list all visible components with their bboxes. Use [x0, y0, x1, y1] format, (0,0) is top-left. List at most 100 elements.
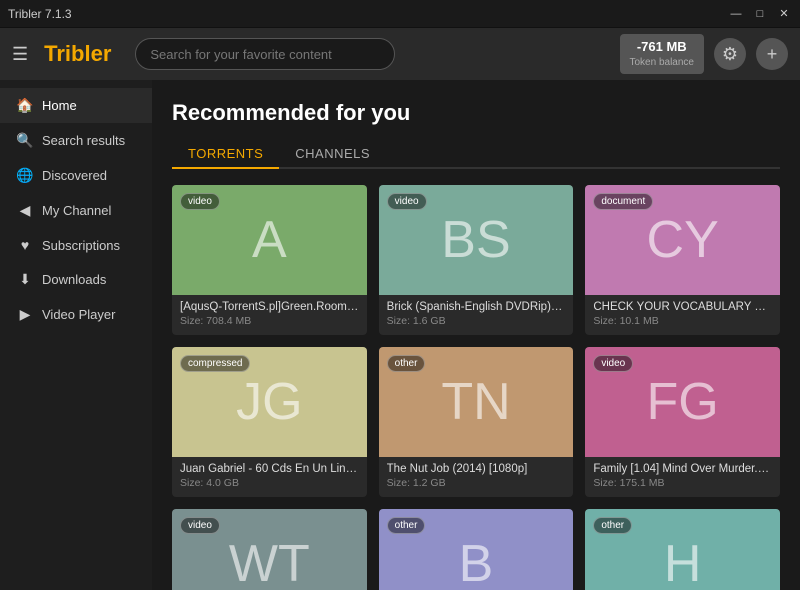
card-name: [AqusQ-TorrentS.pl]Green.Room.PL.BDR: [180, 301, 359, 313]
card-card-7[interactable]: video WT [www.Cpasbien.me] The.Man.with.…: [172, 509, 367, 590]
card-name: CHECK YOUR VOCABULARY FOR IELTS-: [593, 301, 772, 313]
card-size: Size: 1.6 GB: [387, 315, 566, 327]
main-content: Recommended for you TORRENTSCHANNELS vid…: [152, 80, 800, 590]
card-letters: TN: [441, 372, 510, 432]
sidebar-item-home[interactable]: 🏠 Home: [0, 88, 152, 123]
search-icon: 🔍: [16, 132, 34, 149]
subscriptions-icon: ♥: [16, 237, 34, 253]
close-button[interactable]: ✕: [776, 6, 792, 22]
card-badge: compressed: [180, 355, 250, 372]
sidebar-label-downloads: Downloads: [42, 272, 106, 287]
token-value: -761 MB: [630, 38, 695, 56]
videoplayer-icon: ▶: [16, 306, 34, 323]
titlebar: Tribler 7.1.3 — □ ✕: [0, 0, 800, 28]
card-badge: video: [180, 193, 220, 210]
card-info: Juan Gabriel - 60 Cds En Un Link Discogr…: [172, 457, 367, 497]
card-thumb: compressed JG: [172, 347, 367, 457]
card-thumb: document CY: [585, 185, 780, 295]
card-name: Juan Gabriel - 60 Cds En Un Link Discogr: [180, 463, 359, 475]
sidebar: 🏠 Home 🔍 Search results 🌐 Discovered ◀ My Chann…: [0, 80, 152, 590]
card-thumb: video FG: [585, 347, 780, 457]
card-name: Family [1.04] Mind Over Murder.avi: [593, 463, 772, 475]
card-letters: CY: [647, 210, 719, 270]
card-letters: JG: [236, 372, 302, 432]
sidebar-item-search[interactable]: 🔍 Search results: [0, 123, 152, 158]
titlebar-title: Tribler 7.1.3: [8, 7, 728, 21]
sidebar-label-videoplayer: Video Player: [42, 307, 115, 322]
card-card-8[interactable]: other B benjamin-tucker-individual-liber…: [379, 509, 574, 590]
header: ☰ Tribler -761 MB Token balance ⚙ +: [0, 28, 800, 80]
card-size: Size: 175.1 MB: [593, 477, 772, 489]
card-badge: video: [593, 355, 633, 372]
card-thumb: video BS: [379, 185, 574, 295]
card-card-2[interactable]: video BS Brick (Spanish-English DVDRip).…: [379, 185, 574, 335]
titlebar-controls: — □ ✕: [728, 6, 792, 22]
card-badge: other: [387, 517, 426, 534]
downloads-icon: ⬇: [16, 271, 34, 288]
card-badge: other: [387, 355, 426, 372]
sidebar-label-search: Search results: [42, 133, 125, 148]
card-size: Size: 4.0 GB: [180, 477, 359, 489]
card-thumb: video A: [172, 185, 367, 295]
card-letters: B: [459, 534, 494, 590]
card-card-4[interactable]: compressed JG Juan Gabriel - 60 Cds En U…: [172, 347, 367, 497]
token-label: Token balance: [630, 56, 695, 70]
add-button[interactable]: +: [756, 38, 788, 70]
card-card-9[interactable]: other H Hitman (2007) UNRATED Size: 550.…: [585, 509, 780, 590]
card-thumb: other H: [585, 509, 780, 590]
card-info: Family [1.04] Mind Over Murder.avi Size:…: [585, 457, 780, 497]
add-icon: +: [767, 44, 778, 65]
minimize-button[interactable]: —: [728, 6, 744, 22]
card-card-1[interactable]: video A [AqusQ-TorrentS.pl]Green.Room.PL…: [172, 185, 367, 335]
card-size: Size: 708.4 MB: [180, 315, 359, 327]
card-name: Brick (Spanish-English DVDRip).avi: [387, 301, 566, 313]
tab-torrents[interactable]: TORRENTS: [172, 140, 279, 169]
sidebar-label-discovered: Discovered: [42, 168, 107, 183]
sidebar-item-mychannel[interactable]: ◀ My Channel: [0, 193, 152, 228]
card-letters: FG: [647, 372, 719, 432]
sidebar-item-downloads[interactable]: ⬇ Downloads: [0, 262, 152, 297]
sidebar-item-discovered[interactable]: 🌐 Discovered: [0, 158, 152, 193]
card-letters: BS: [441, 210, 510, 270]
sidebar-label-mychannel: My Channel: [42, 203, 111, 218]
mychannel-icon: ◀: [16, 202, 34, 219]
tab-channels[interactable]: CHANNELS: [279, 140, 386, 167]
tabs: TORRENTSCHANNELS: [172, 140, 780, 169]
sidebar-item-videoplayer[interactable]: ▶ Video Player: [0, 297, 152, 332]
card-letters: A: [252, 210, 287, 270]
brand-logo: Tribler: [44, 41, 111, 67]
card-badge: video: [180, 517, 220, 534]
card-size: Size: 1.2 GB: [387, 477, 566, 489]
token-balance: -761 MB Token balance: [620, 34, 705, 74]
card-letters: H: [664, 534, 702, 590]
settings-icon: ⚙: [722, 44, 738, 65]
card-card-5[interactable]: other TN The Nut Job (2014) [1080p] Size…: [379, 347, 574, 497]
maximize-button[interactable]: □: [752, 6, 768, 22]
sidebar-label-subscriptions: Subscriptions: [42, 238, 120, 253]
card-thumb: other B: [379, 509, 574, 590]
discovered-icon: 🌐: [16, 167, 34, 184]
content-grid: video A [AqusQ-TorrentS.pl]Green.Room.PL…: [172, 185, 780, 590]
layout: 🏠 Home 🔍 Search results 🌐 Discovered ◀ My Chann…: [0, 80, 800, 590]
card-info: The Nut Job (2014) [1080p] Size: 1.2 GB: [379, 457, 574, 497]
home-icon: 🏠: [16, 97, 34, 114]
card-badge: other: [593, 517, 632, 534]
header-right: -761 MB Token balance ⚙ +: [620, 34, 789, 74]
card-letters: WT: [229, 534, 310, 590]
sidebar-label-home: Home: [42, 98, 77, 113]
hamburger-icon[interactable]: ☰: [12, 44, 28, 65]
card-badge: video: [387, 193, 427, 210]
card-thumb: video WT: [172, 509, 367, 590]
card-card-6[interactable]: video FG Family [1.04] Mind Over Murder.…: [585, 347, 780, 497]
settings-button[interactable]: ⚙: [714, 38, 746, 70]
card-info: [AqusQ-TorrentS.pl]Green.Room.PL.BDR Siz…: [172, 295, 367, 335]
card-info: Brick (Spanish-English DVDRip).avi Size:…: [379, 295, 574, 335]
card-size: Size: 10.1 MB: [593, 315, 772, 327]
card-card-3[interactable]: document CY CHECK YOUR VOCABULARY FOR IE…: [585, 185, 780, 335]
card-info: CHECK YOUR VOCABULARY FOR IELTS- Size: 1…: [585, 295, 780, 335]
card-name: The Nut Job (2014) [1080p]: [387, 463, 566, 475]
search-input[interactable]: [135, 38, 395, 70]
sidebar-item-subscriptions[interactable]: ♥ Subscriptions: [0, 228, 152, 262]
card-badge: document: [593, 193, 653, 210]
page-title: Recommended for you: [172, 100, 780, 126]
